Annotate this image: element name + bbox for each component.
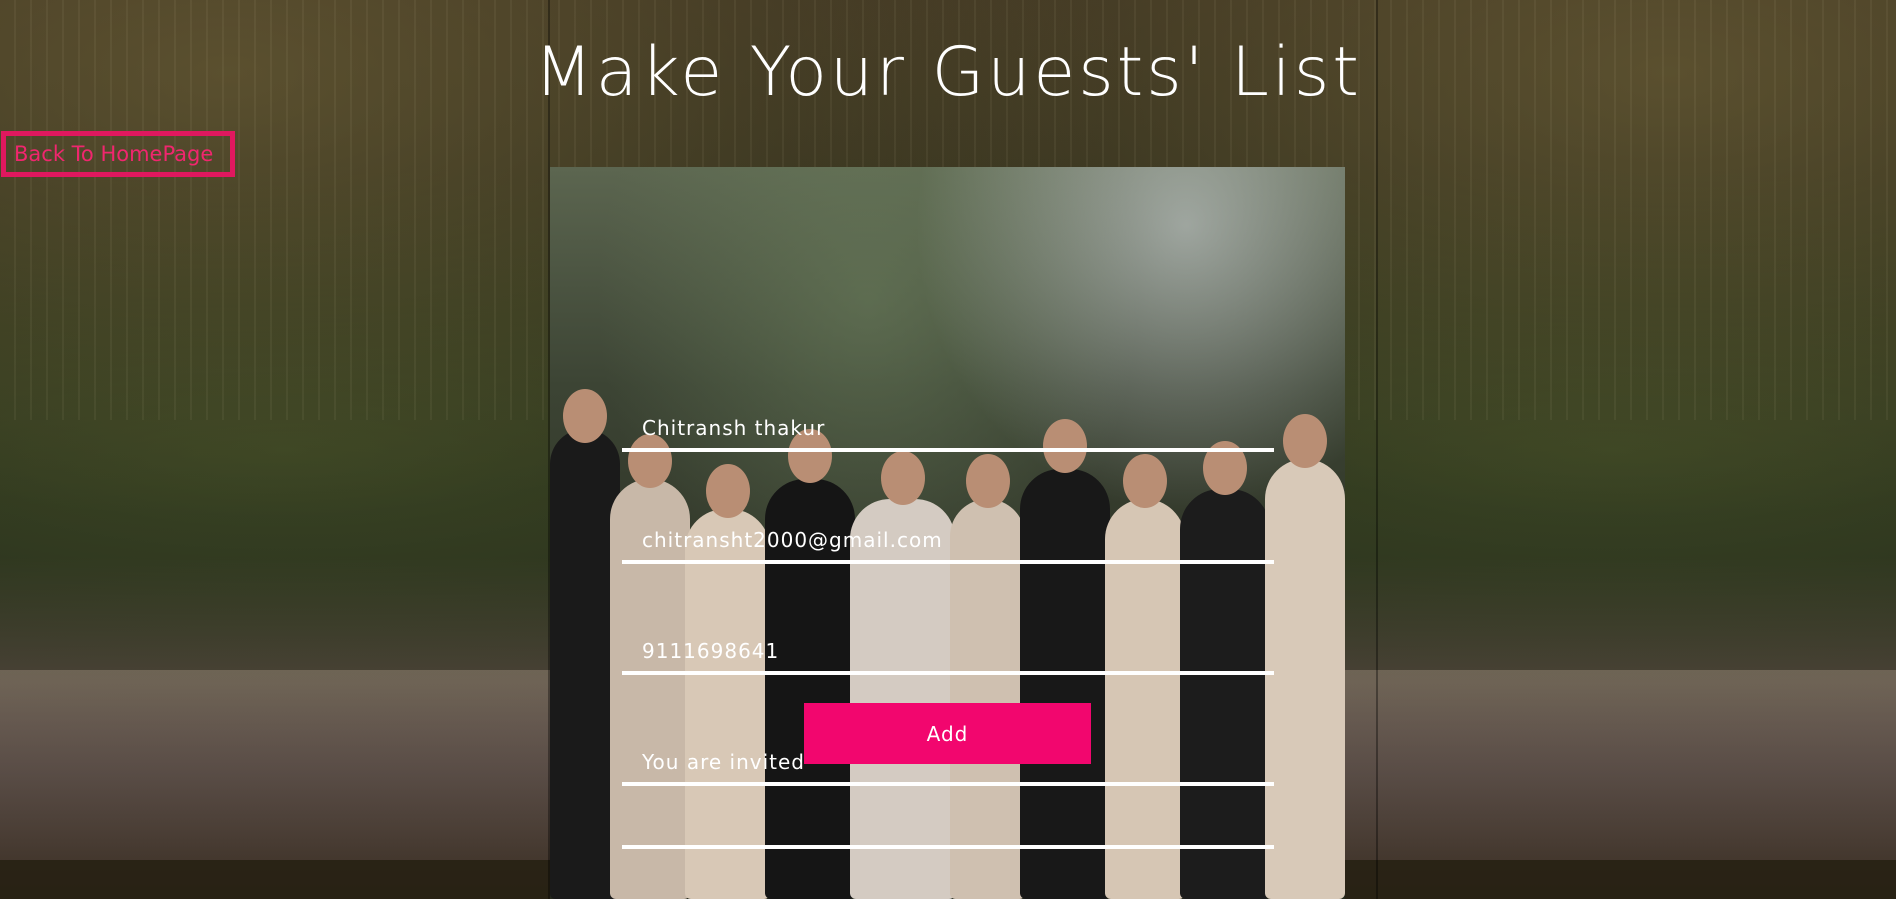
form-divider — [622, 845, 1274, 849]
add-guest-button[interactable]: Add — [804, 703, 1091, 764]
back-to-homepage-button[interactable]: Back To HomePage — [1, 131, 235, 177]
backdrop-panel-divider — [1376, 0, 1378, 899]
page-background: Make Your Guests' List Back To HomePage … — [0, 0, 1896, 899]
page-title: Make Your Guests' List — [534, 33, 1362, 112]
guest-email-field[interactable] — [622, 500, 1274, 564]
guest-phone-field[interactable] — [622, 611, 1274, 675]
guest-figure — [685, 464, 770, 899]
guest-form: Add — [550, 167, 1345, 899]
guest-figure — [1265, 414, 1345, 899]
guest-name-field[interactable] — [622, 388, 1274, 452]
